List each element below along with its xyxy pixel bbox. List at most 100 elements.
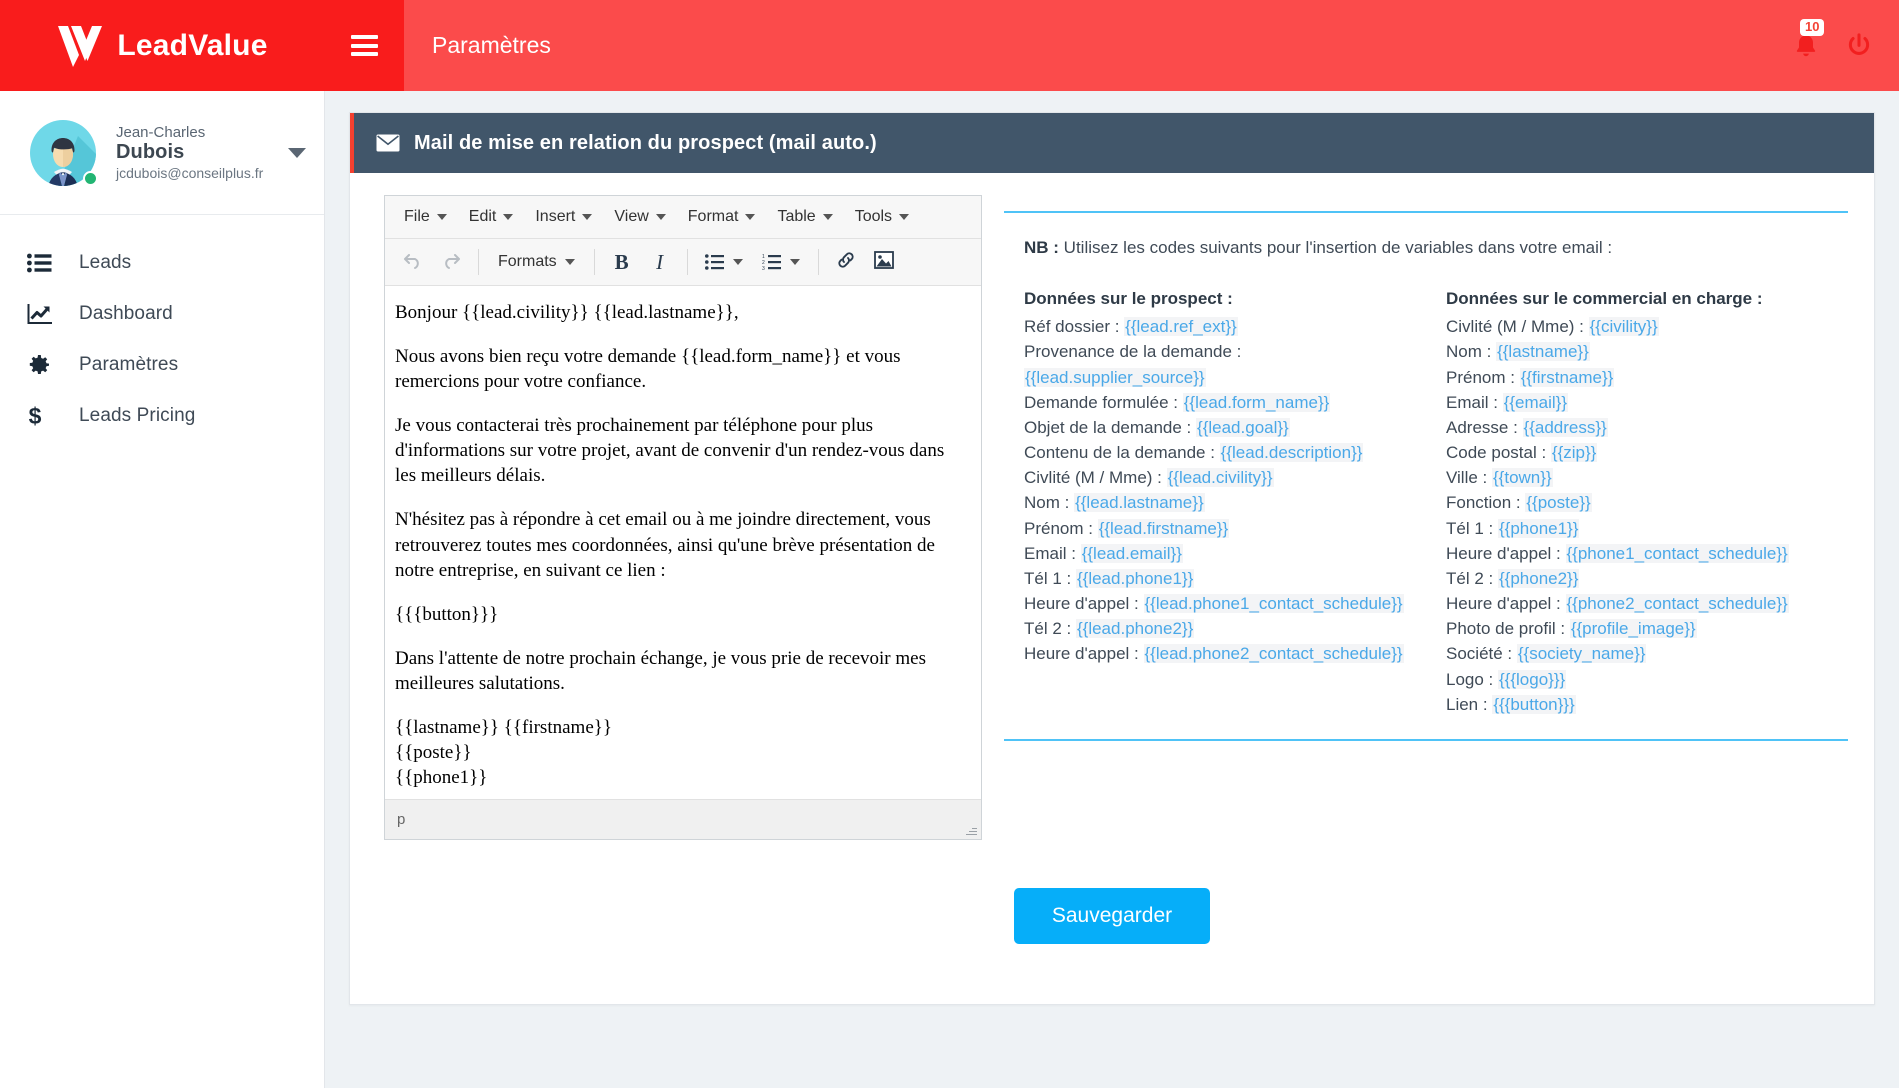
menu-format[interactable]: Format	[677, 203, 767, 231]
editor-content-area[interactable]: Bonjour {{lead.civility}} {{lead.lastnam…	[385, 286, 981, 799]
variable-row: Fonction : {{poste}}	[1446, 490, 1844, 515]
variable-row: Code postal : {{zip}}	[1446, 440, 1844, 465]
undo-button[interactable]	[395, 245, 431, 279]
undo-icon	[403, 250, 423, 275]
variables-help-column: NB : Utilisez les codes suivants pour l'…	[1004, 195, 1848, 840]
notifications-button[interactable]: 10	[1793, 18, 1825, 61]
variable-code: {{profile_image}}	[1569, 619, 1697, 639]
variable-row: Tél 2 : {{lead.phone2}}	[1024, 616, 1422, 641]
sidebar-item-parametres[interactable]: Paramètres	[0, 339, 324, 390]
user-profile[interactable]: Jean-Charles Dubois jcdubois@conseilplus…	[0, 91, 324, 215]
menu-view[interactable]: View	[603, 203, 676, 231]
variable-row: Lien : {{{button}}}	[1446, 692, 1844, 717]
variable-row: Email : {{email}}	[1446, 390, 1844, 415]
card-body: File Edit Insert View Format Table Tools…	[350, 173, 1874, 840]
menu-file[interactable]: File	[393, 203, 458, 231]
card-header: Mail de mise en relation du prospect (ma…	[350, 113, 1874, 173]
menu-toggle-button[interactable]	[325, 0, 404, 91]
note-lead: NB : Utilisez les codes suivants pour l'…	[1024, 235, 1844, 260]
variable-label: Heure d'appel :	[1446, 594, 1566, 614]
profile-firstname: Jean-Charles	[116, 123, 206, 141]
chevron-down-icon	[503, 214, 514, 220]
variable-row: Civlité (M / Mme) : {{civility}}	[1446, 314, 1844, 339]
toolbar-separator	[478, 249, 479, 275]
brand-logo-area[interactable]: LeadValue	[0, 0, 325, 91]
variable-label: Provenance de la demande :	[1024, 342, 1242, 362]
signature-line: {{lastname}} {{firstname}}	[395, 716, 612, 738]
profile-lastname: Dubois	[116, 141, 185, 164]
variable-code: {{lead.firstname}}	[1097, 518, 1230, 538]
chart-line-icon	[27, 303, 59, 325]
variable-code: {{lead.description}}	[1219, 443, 1364, 463]
editor-paragraph: Dans l'attente de notre prochain échange…	[395, 647, 926, 694]
menu-table[interactable]: Table	[766, 203, 843, 231]
variable-row: Civlité (M / Mme) : {{lead.civility}}	[1024, 465, 1422, 490]
sidebar: Jean-Charles Dubois jcdubois@conseilplus…	[0, 91, 325, 1088]
chevron-down-icon	[582, 214, 593, 220]
variable-label: Prénom :	[1446, 367, 1520, 387]
rich-text-editor: File Edit Insert View Format Table Tools…	[384, 195, 982, 840]
chevron-down-icon	[822, 214, 833, 220]
sidebar-item-label: Leads	[79, 251, 132, 273]
resize-handle-icon[interactable]	[965, 824, 977, 836]
chevron-down-icon	[655, 214, 666, 220]
redo-icon	[441, 250, 461, 275]
variable-label: Civlité (M / Mme) :	[1024, 468, 1167, 488]
variable-code: {{email}}	[1502, 392, 1569, 412]
variable-label: Société :	[1446, 644, 1517, 664]
variable-code: {{phone1}}	[1497, 518, 1580, 538]
menu-tools[interactable]: Tools	[844, 203, 920, 231]
note-rows-commercial: Civlité (M / Mme) : {{civility}} Nom : {{…	[1446, 314, 1844, 717]
variable-code: {{lead.goal}}	[1196, 417, 1290, 437]
variable-code: {{lead.ref_ext}}	[1124, 317, 1238, 337]
variable-label: Tél 2 :	[1446, 568, 1498, 588]
logout-button[interactable]	[1845, 32, 1873, 60]
variable-code: {{lead.civility}}	[1166, 468, 1274, 488]
variable-row: Adresse : {{address}}	[1446, 415, 1844, 440]
profile-email: jcdubois@conseilplus.fr	[116, 164, 264, 181]
bullet-list-button[interactable]	[697, 245, 752, 279]
caret-down-icon[interactable]	[288, 147, 306, 158]
editor-paragraph: N'hésitez pas à répondre à cet email ou …	[395, 509, 935, 581]
save-button[interactable]: Sauvegarder	[1013, 888, 1211, 944]
topbar-actions: 10	[1793, 0, 1899, 91]
variable-label: Contenu de la demande :	[1024, 443, 1220, 463]
variable-code: {{poste}}	[1525, 493, 1592, 513]
numbered-list-button[interactable]: 1 2 3	[754, 245, 809, 279]
italic-button[interactable]: I	[642, 245, 678, 279]
sidebar-item-dashboard[interactable]: Dashboard	[0, 288, 324, 339]
chevron-down-icon	[899, 214, 910, 220]
envelope-icon	[376, 134, 400, 152]
note-column-heading: Données sur le prospect :	[1024, 289, 1233, 309]
sidebar-nav: Leads Dashboard Paramètres $ Leads Prici…	[0, 215, 324, 441]
variable-row: Demande formulée : {{lead.form_name}}	[1024, 390, 1422, 415]
editor-paragraph: {{{button}}}	[395, 603, 499, 625]
power-icon	[1848, 32, 1870, 55]
dollar-icon: $	[27, 404, 59, 428]
sidebar-item-leads-pricing[interactable]: $ Leads Pricing	[0, 390, 324, 441]
variable-row: Objet de la demande : {{lead.goal}}	[1024, 415, 1422, 440]
formats-dropdown[interactable]: Formats	[488, 247, 585, 277]
variable-label: Civlité (M / Mme) :	[1446, 317, 1589, 337]
notification-count-badge: 10	[1800, 18, 1825, 36]
redo-button[interactable]	[433, 245, 469, 279]
editor-menubar: File Edit Insert View Format Table Tools	[385, 196, 981, 239]
variable-code: {{lead.phone2_contact_schedule}}	[1143, 644, 1404, 664]
sidebar-item-label: Leads Pricing	[79, 404, 196, 426]
menu-insert[interactable]: Insert	[524, 203, 603, 231]
bold-icon: B	[614, 249, 629, 274]
sidebar-item-label: Dashboard	[79, 302, 173, 324]
chevron-down-icon	[564, 259, 575, 265]
signature-line: {{poste}}	[395, 742, 472, 764]
variable-label: Heure d'appel :	[1446, 543, 1566, 563]
insert-link-button[interactable]	[828, 245, 864, 279]
editor-statusbar: p	[385, 799, 981, 839]
bold-button[interactable]: B	[604, 245, 640, 279]
note-column-heading: Données sur le commercial en charge :	[1446, 289, 1763, 309]
hamburger-icon	[351, 35, 378, 56]
editor-paragraph: Je vous contacterai très prochainement p…	[395, 415, 945, 487]
variable-label: Tél 2 :	[1024, 619, 1076, 639]
insert-image-button[interactable]	[866, 245, 902, 279]
menu-edit[interactable]: Edit	[458, 203, 525, 231]
sidebar-item-leads[interactable]: Leads	[0, 237, 324, 288]
